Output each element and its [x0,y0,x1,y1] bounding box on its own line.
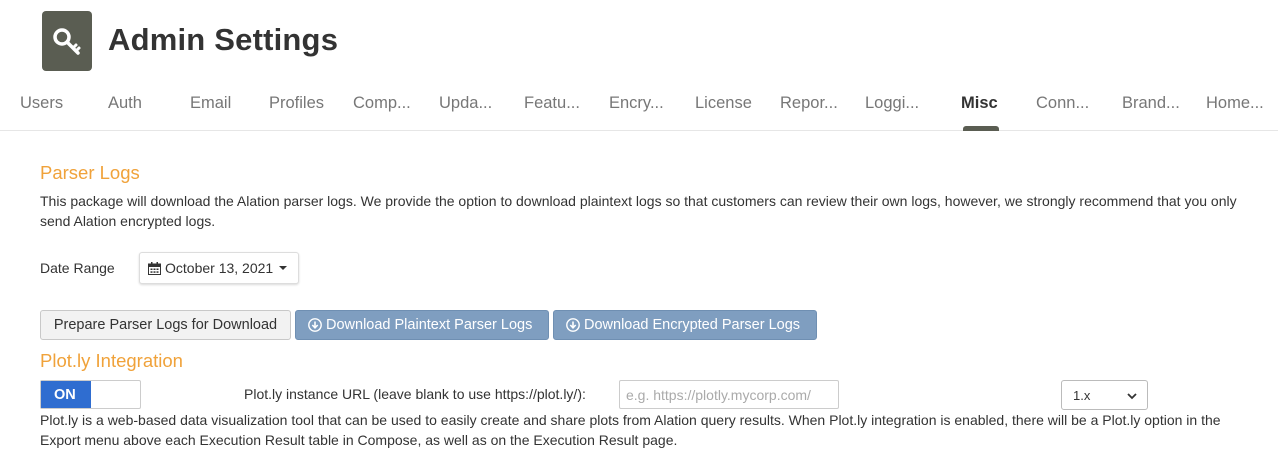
date-range-label: Date Range [40,260,115,276]
tab-profiles[interactable]: Profiles [269,94,324,113]
tab-logging[interactable]: Loggi... [865,94,919,113]
parser-logs-description: This package will download the Alation p… [40,193,1237,229]
tab-homepage[interactable]: Home... [1206,94,1264,113]
plotly-toggle[interactable]: ON [40,380,141,409]
plotly-integration-title: Plot.ly Integration [40,350,183,371]
download-encrypted-logs-label: Download Encrypted Parser Logs [584,317,801,333]
tab-encryption[interactable]: Encry... [609,94,664,113]
tab-misc[interactable]: Misc [961,94,998,113]
tab-email[interactable]: Email [190,94,231,113]
download-encrypted-logs-button[interactable]: Download Encrypted Parser Logs [553,310,817,340]
plotly-toggle-on: ON [41,381,91,408]
download-icon [308,318,322,332]
page-header: Admin Settings Users Auth Email Profiles… [0,0,1278,131]
calendar-icon [148,261,161,275]
active-tab-indicator [963,126,999,131]
key-glyph [53,28,81,55]
tab-users[interactable]: Users [20,94,63,113]
prepare-parser-logs-label: Prepare Parser Logs for Download [53,317,278,333]
tab-license[interactable]: License [695,94,752,113]
tab-updates[interactable]: Upda... [439,94,492,113]
tab-compose[interactable]: Comp... [353,94,411,113]
download-icon [566,318,580,332]
tab-reports[interactable]: Repor... [780,94,838,113]
download-plaintext-logs-button[interactable]: Download Plaintext Parser Logs [295,310,549,340]
tab-branding[interactable]: Brand... [1122,94,1180,113]
parser-logs-title: Parser Logs [40,162,140,183]
tab-auth[interactable]: Auth [108,94,142,113]
prepare-parser-logs-button[interactable]: Prepare Parser Logs for Download [40,310,291,340]
tab-connectors[interactable]: Conn... [1036,94,1089,113]
page-title: Admin Settings [108,22,339,57]
download-plaintext-logs-label: Download Plaintext Parser Logs [326,317,533,333]
chevron-down-icon [1127,393,1137,400]
key-icon [42,11,92,71]
plotly-version-select[interactable]: 1.x [1061,380,1148,410]
date-range-picker[interactable]: October 13, 2021 [139,252,299,284]
caret-down-icon [279,266,288,270]
settings-tabs: Users Auth Email Profiles Comp... Upda..… [0,94,1278,130]
plotly-version-value: 1.x [1073,387,1091,403]
plotly-url-label: Plot.ly instance URL (leave blank to use… [244,386,586,402]
plotly-description: Plot.ly is a web-based data visualizatio… [40,412,1221,448]
tab-features[interactable]: Featu... [524,94,580,113]
date-range-value: October 13, 2021 [165,260,274,276]
plotly-url-input[interactable] [619,380,839,409]
